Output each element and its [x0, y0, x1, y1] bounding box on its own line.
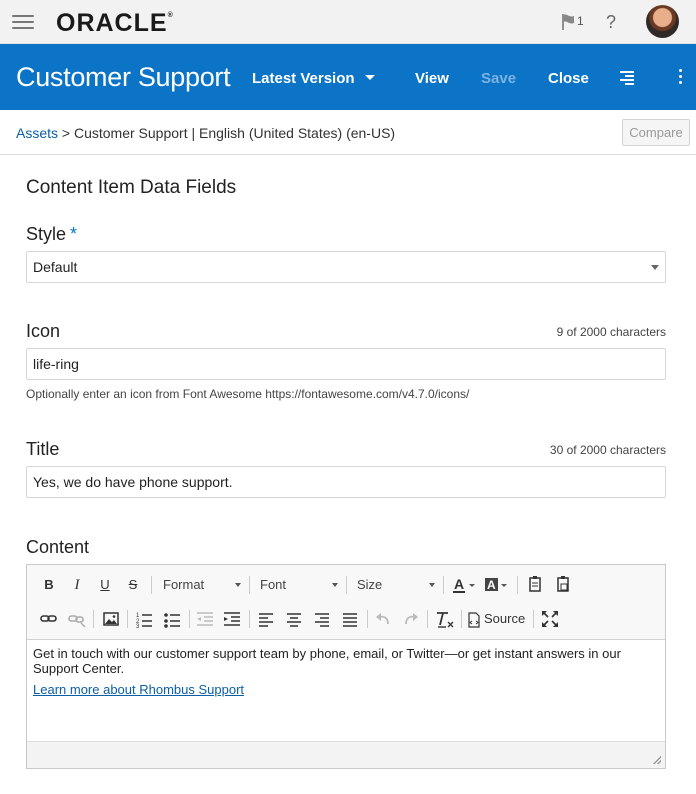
italic-button[interactable]: I — [67, 574, 87, 596]
chevron-down-icon — [235, 583, 241, 587]
copy-formatting-icon[interactable] — [525, 574, 547, 596]
increase-indent-icon[interactable] — [222, 608, 242, 630]
toolbar-divider — [249, 610, 250, 628]
more-options-icon[interactable] — [679, 69, 683, 85]
svg-text:3: 3 — [136, 624, 140, 630]
icon-input[interactable]: life-ring — [26, 348, 666, 380]
breadcrumb-current: Customer Support | English (United State… — [73, 125, 396, 141]
chevron-down-icon — [429, 583, 435, 587]
clear-formatting-icon[interactable] — [433, 608, 455, 630]
toolbar-divider — [127, 610, 128, 628]
breadcrumb-assets-link[interactable]: Assets — [16, 125, 58, 141]
version-dropdown[interactable]: Latest Version — [252, 70, 375, 87]
notifications-count: 1 — [577, 14, 584, 28]
avatar[interactable] — [646, 5, 679, 38]
top-bar: ORACLE® 1 ? — [0, 0, 696, 44]
svg-text:A: A — [487, 578, 496, 592]
size-dropdown[interactable]: Size — [357, 574, 437, 596]
content-label: Content — [26, 537, 90, 557]
strikethrough-button[interactable]: S — [123, 574, 143, 596]
format-dropdown[interactable]: Format — [163, 574, 243, 596]
font-dropdown-label: Font — [260, 577, 287, 592]
align-center-icon[interactable] — [284, 608, 304, 630]
editor-paragraph: Get in touch with our customer support t… — [33, 646, 621, 676]
editor-content-area[interactable]: Get in touch with our customer support t… — [27, 641, 665, 741]
compare-button[interactable]: Compare — [622, 119, 690, 146]
required-marker: * — [70, 224, 78, 244]
size-dropdown-label: Size — [357, 577, 383, 592]
text-color-icon[interactable]: A — [451, 574, 477, 596]
font-dropdown[interactable]: Font — [260, 574, 340, 596]
icon-char-counter: 9 of 2000 characters — [556, 325, 666, 339]
title-label: Title — [26, 439, 60, 459]
editor-toolbar: B I U S Format Font Size A A 1 2 3 Sourc… — [27, 565, 665, 640]
chevron-down-icon — [364, 74, 375, 80]
source-button[interactable]: Source — [467, 608, 529, 630]
breadcrumb-separator: > — [61, 125, 71, 141]
style-select-value: Default — [33, 259, 78, 275]
toolbar-divider — [249, 576, 250, 594]
toolbar-divider — [346, 576, 347, 594]
icon-help-text: Optionally enter an icon from Font Aweso… — [26, 387, 470, 401]
toolbar-divider — [367, 610, 368, 628]
source-code-icon — [468, 611, 480, 628]
editor-footer — [27, 741, 665, 768]
remove-format-icon[interactable] — [553, 574, 575, 596]
toolbar-divider — [443, 576, 444, 594]
help-icon[interactable]: ? — [606, 12, 616, 33]
breadcrumb: Assets > Customer Support | English (Uni… — [16, 125, 395, 141]
title-char-counter: 30 of 2000 characters — [549, 443, 666, 457]
toolbar-divider — [517, 576, 518, 594]
align-justify-icon[interactable] — [340, 608, 360, 630]
underline-button[interactable]: U — [95, 574, 115, 596]
toolbar-divider — [533, 610, 534, 628]
page-header: Customer Support Latest Version View Sav… — [0, 44, 696, 110]
resize-handle-icon[interactable] — [653, 756, 661, 764]
close-button[interactable]: Close — [548, 70, 589, 87]
align-right-icon[interactable] — [312, 608, 332, 630]
list-menu-icon[interactable] — [620, 71, 634, 85]
page-title: Customer Support — [16, 62, 231, 92]
bulleted-list-icon[interactable] — [162, 608, 182, 630]
format-dropdown-label: Format — [163, 577, 205, 592]
style-label: Style * — [26, 224, 78, 244]
toolbar-divider — [151, 576, 152, 594]
title-input[interactable]: Yes, we do have phone support. — [26, 466, 666, 498]
support-link[interactable]: Learn more about Rhombus Support — [33, 682, 244, 697]
toolbar-divider — [427, 610, 428, 628]
source-button-label: Source — [484, 611, 526, 626]
style-select[interactable]: Default — [26, 251, 666, 283]
oracle-logo: ORACLE® — [56, 9, 173, 37]
chevron-down-icon — [651, 265, 659, 270]
toolbar-divider — [189, 610, 190, 628]
view-button[interactable]: View — [415, 70, 449, 87]
numbered-list-icon[interactable]: 123 — [134, 608, 154, 630]
unlink-icon[interactable] — [67, 608, 87, 630]
align-left-icon[interactable] — [256, 608, 276, 630]
section-title: Content Item Data Fields — [26, 177, 237, 198]
bold-button[interactable]: B — [39, 574, 59, 596]
undo-icon[interactable] — [373, 608, 393, 630]
version-label: Latest Version — [252, 70, 355, 87]
image-icon[interactable] — [101, 608, 121, 630]
redo-icon[interactable] — [401, 608, 421, 630]
hamburger-menu-icon[interactable] — [12, 15, 34, 29]
icon-label: Icon — [26, 321, 61, 341]
maximize-icon[interactable] — [539, 608, 561, 630]
rich-text-editor: B I U S Format Font Size A A 1 2 3 Sourc… — [26, 564, 666, 769]
link-icon[interactable] — [39, 608, 59, 630]
chevron-down-icon — [332, 583, 338, 587]
background-color-icon[interactable]: A — [483, 574, 509, 596]
toolbar-divider — [461, 610, 462, 628]
decrease-indent-icon[interactable] — [195, 608, 215, 630]
svg-text:A: A — [454, 576, 464, 592]
save-button[interactable]: Save — [481, 70, 516, 87]
toolbar-divider — [93, 610, 94, 628]
breadcrumb-bar: Assets > Customer Support | English (Uni… — [0, 110, 696, 155]
